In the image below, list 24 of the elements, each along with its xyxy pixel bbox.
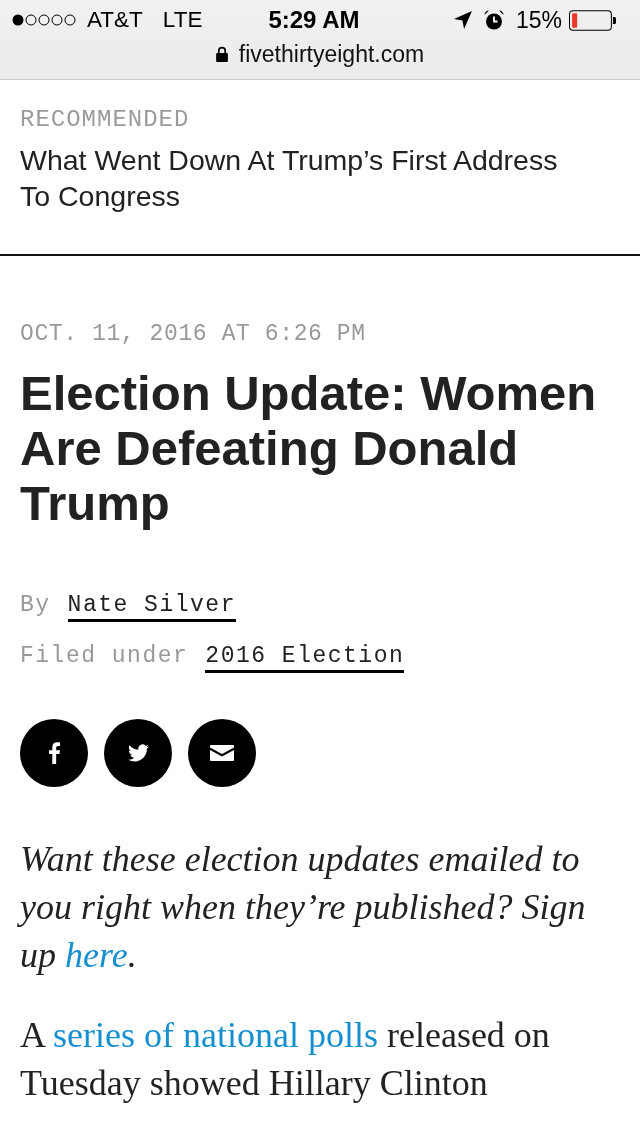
lock-icon — [215, 46, 228, 62]
clock-time: 5:29 AM — [268, 6, 360, 34]
battery-percent: 15% — [515, 6, 562, 34]
location-arrow-icon — [453, 11, 472, 29]
carrier-name: AT&T — [87, 7, 143, 33]
publish-date: OCT. 11, 2016 AT 6:26 PM — [20, 320, 367, 348]
signal-icon — [12, 14, 78, 26]
byline-label: By — [20, 591, 51, 620]
facebook-icon — [48, 742, 60, 764]
headline-link[interactable]: What Went Down At Trump’s First Address To Congress — [20, 142, 592, 214]
article-title: Election Update: Women Are Defeating Donald Trump — [20, 366, 598, 531]
category-link[interactable]: 2016 Election — [205, 645, 405, 673]
body-paragraph: A series of national polls released on Tuesday showed Hillary Clinton — [20, 1014, 551, 1105]
inline-link[interactable]: series of national polls — [53, 1015, 378, 1055]
battery-icon — [569, 9, 616, 31]
section-label: RECOMMENDED — [20, 106, 191, 134]
envelope-icon — [210, 745, 234, 761]
author-link[interactable]: Nate Silver — [67, 594, 236, 622]
inline-link[interactable]: here — [65, 935, 128, 975]
bird-icon — [127, 744, 149, 762]
alarm-clock-icon — [483, 10, 504, 30]
filed-under-label: Filed under — [20, 642, 189, 671]
address-bar[interactable]: fivethirtyeight.com — [215, 40, 425, 68]
network-type: LTE — [162, 7, 203, 33]
